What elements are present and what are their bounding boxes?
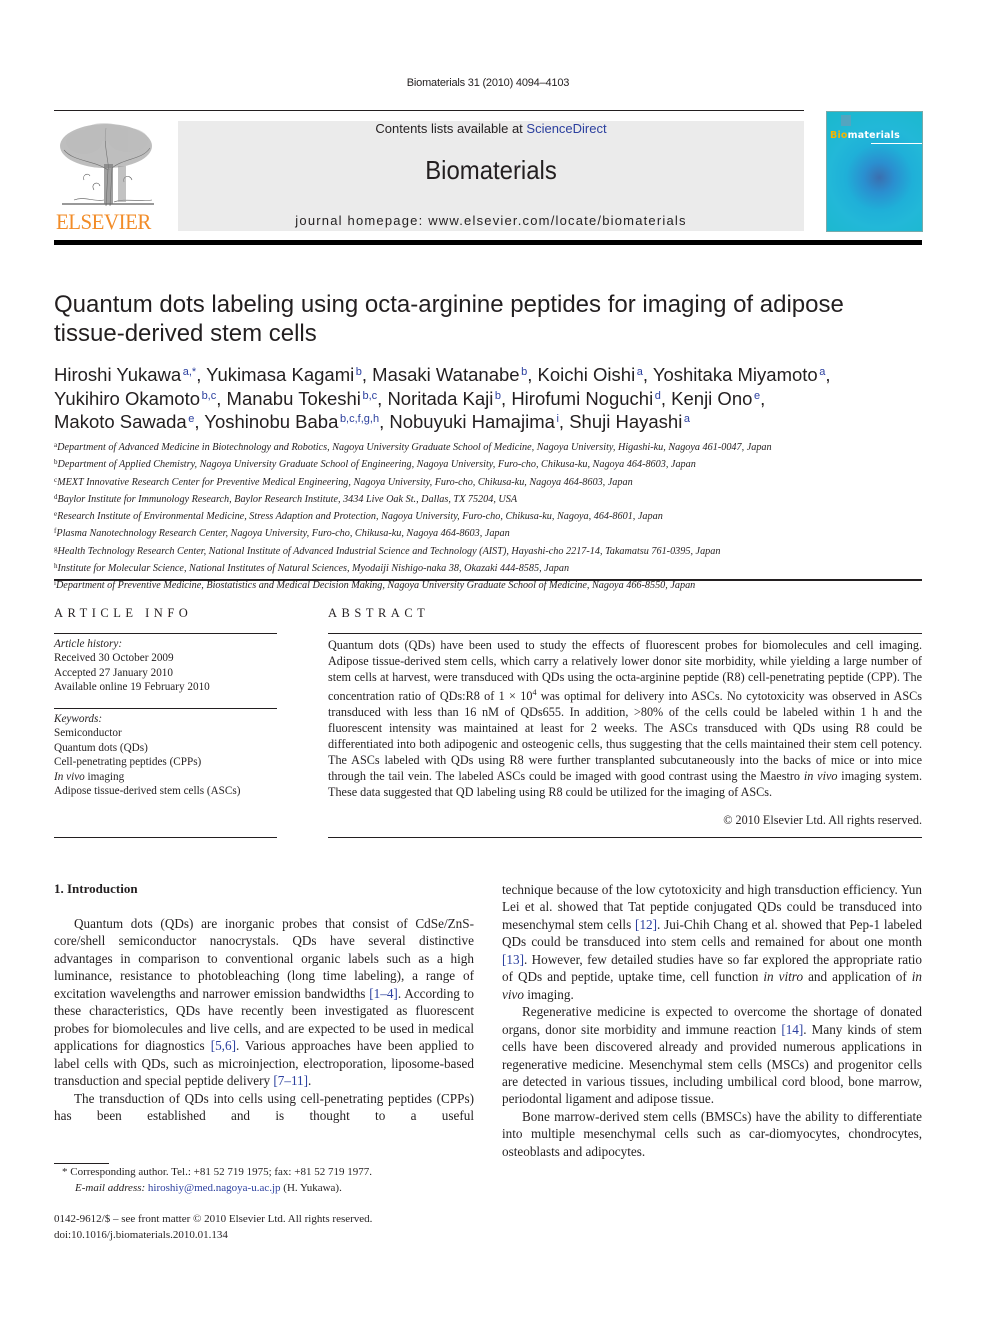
citation-link[interactable]: [7–11]	[273, 1073, 308, 1088]
body-column-left: Quantum dots (QDs) are inorganic probes …	[54, 915, 474, 1124]
affiliation: eResearch Institute of Environmental Med…	[54, 510, 663, 523]
affiliation: aDepartment of Advanced Medicine in Biot…	[54, 441, 772, 453]
journal-homepage[interactable]: journal homepage: www.elsevier.com/locat…	[178, 213, 804, 228]
author[interactable]: Yukimasa Kagami b	[206, 364, 362, 385]
author[interactable]: Koichi Oishi a	[538, 364, 643, 385]
keywords: Keywords: Semiconductor Quantum dots (QD…	[54, 712, 277, 798]
corresponding-author-contact: * Corresponding author. Tel.: +81 52 719…	[62, 1166, 372, 1178]
paragraph: technique because of the low cytotoxicit…	[502, 882, 923, 1002]
footnote-rule	[54, 1163, 109, 1164]
history-rule	[54, 708, 277, 709]
author[interactable]: Masaki Watanabe b	[372, 364, 527, 385]
article-history: Article history: Received 30 October 200…	[54, 637, 277, 695]
author[interactable]: Noritada Kaji b	[387, 388, 501, 409]
affiliation: gHealth Technology Research Center, Nati…	[54, 544, 721, 557]
elsevier-wordmark: ELSEVIER	[55, 209, 151, 234]
keyword: In vivo imaging	[54, 770, 125, 783]
author[interactable]: Hiroshi Yukawa a,*	[54, 364, 196, 385]
journal-reference: Biomaterials 31 (2010) 4094–4103	[406, 77, 570, 89]
header-rule	[54, 110, 804, 111]
cover-title-bio: Bio	[830, 130, 848, 141]
email-link[interactable]: hiroshiy@med.nagoya-u.ac.jp	[148, 1182, 281, 1194]
author[interactable]: Yoshinobu Baba b,c,f,g,h	[204, 411, 379, 432]
author-line-1: Hiroshi Yukawa a,*, Yukimasa Kagami b, M…	[54, 364, 831, 385]
abstract-bottom-rule	[328, 837, 922, 838]
author-affiliation-marker[interactable]: a	[684, 413, 690, 425]
email-line: E-mail address: hiroshiy@med.nagoya-u.ac…	[75, 1181, 342, 1194]
author[interactable]: Makoto Sawada e	[54, 411, 194, 432]
author[interactable]: Hirofumi Noguchi d	[511, 388, 661, 409]
keywords-rule	[54, 837, 277, 838]
abstract-top-rule	[328, 633, 922, 634]
article-info-rule	[54, 633, 277, 634]
cover-elsevier-icon	[841, 115, 851, 126]
keyword: Semiconductor	[54, 727, 122, 740]
history-received: Received 30 October 2009	[54, 652, 174, 665]
doi[interactable]: doi:10.1016/j.biomaterials.2010.01.134	[54, 1228, 484, 1244]
author-affiliation-marker[interactable]: b,c	[202, 390, 217, 402]
author[interactable]: Nobuyuki Hamajima i	[389, 411, 559, 432]
article-info-heading: ARTICLE INFO	[54, 606, 193, 620]
keywords-label: Keywords:	[54, 713, 103, 725]
issn-copyright: 0142-9612/$ – see front matter © 2010 El…	[54, 1213, 373, 1225]
author-line-2: Yukihiro Okamoto b,c, Manabu Tokeshi b,c…	[54, 387, 766, 409]
author-affiliation-marker[interactable]: b,c,f,g,h	[340, 413, 379, 425]
author[interactable]: Yukihiro Okamoto b,c	[54, 388, 216, 409]
affiliation: dBaylor Institute for Immunology Researc…	[54, 492, 518, 505]
paper-title: Quantum dots labeling using octa-arginin…	[54, 290, 924, 348]
header-thick-rule	[54, 240, 922, 245]
affiliation-list: aDepartment of Advanced Medicine in Biot…	[54, 438, 934, 594]
author-list: Hiroshi Yukawa a,*, Yukimasa Kagami b, M…	[54, 362, 934, 433]
cover-rule	[871, 143, 922, 144]
affiliation: hInstitute for Molecular Science, Nation…	[54, 562, 570, 575]
history-online: Available online 19 February 2010	[54, 681, 210, 694]
keyword: Cell-penetrating peptides (CPPs)	[54, 756, 202, 769]
abstract-heading: ABSTRACT	[328, 606, 430, 620]
contents-line: Contents lists available at ScienceDirec…	[178, 121, 804, 136]
author-affiliation-marker[interactable]: a,*	[183, 366, 196, 378]
paragraph: Quantum dots (QDs) are inorganic probes …	[54, 916, 474, 1089]
author[interactable]: Manabu Tokeshi b,c	[227, 388, 378, 409]
journal-cover-image: Biomaterials	[826, 111, 923, 232]
history-accepted: Accepted 27 January 2010	[54, 666, 173, 679]
journal-title: Biomaterials	[425, 155, 557, 185]
cover-title: Biomaterials	[830, 130, 900, 141]
body-column-right: technique because of the low cytotoxicit…	[502, 881, 922, 1160]
author[interactable]: Shuji Hayashi a	[569, 411, 690, 432]
author[interactable]: Yoshitaka Miyamoto a	[653, 364, 826, 385]
affiliation: cMEXT Innovative Research Center for Pre…	[54, 475, 633, 488]
citation-link[interactable]: [5,6]	[211, 1038, 236, 1053]
citation-link[interactable]: [12]	[635, 917, 657, 932]
cover-title-rest: materials	[847, 130, 900, 141]
paragraph: Regenerative medicine is expected to ove…	[502, 1004, 922, 1107]
title-line-2: tissue-derived stem cells	[54, 320, 317, 347]
sciencedirect-link[interactable]: ScienceDirect	[526, 121, 606, 136]
affiliation: fPlasma Nanotechnology Research Center, …	[54, 527, 510, 540]
paragraph: Bone marrow-derived stem cells (BMSCs) h…	[502, 1108, 922, 1159]
citation-link[interactable]: [13]	[502, 952, 524, 967]
tree-icon	[60, 123, 154, 207]
section-heading-introduction: 1. Introduction	[54, 881, 138, 896]
history-label: Article history:	[54, 638, 123, 650]
keyword: Adipose tissue-derived stem cells (ASCs)	[54, 785, 241, 798]
abstract-text: Quantum dots (QDs) have been used to stu…	[328, 638, 922, 800]
contents-prefix: Contents lists available at	[375, 121, 527, 136]
paragraph: The transduction of QDs into cells using…	[54, 1090, 474, 1123]
abstract-copyright: © 2010 Elsevier Ltd. All rights reserved…	[723, 813, 922, 827]
affiliations-rule	[54, 579, 922, 581]
author-line-3: Makoto Sawada e, Yoshinobu Baba b,c,f,g,…	[54, 411, 690, 432]
keyword: Quantum dots (QDs)	[54, 741, 148, 754]
author[interactable]: Kenji Ono e	[671, 388, 760, 409]
citation-link[interactable]: [1–4]	[369, 986, 398, 1001]
title-line-1: Quantum dots labeling using octa-arginin…	[54, 291, 844, 318]
corresponding-author-footnote: * Corresponding author. Tel.: +81 52 719…	[62, 1165, 482, 1196]
front-matter: 0142-9612/$ – see front matter © 2010 El…	[54, 1212, 484, 1243]
affiliation: bDepartment of Applied Chemistry, Nagoya…	[54, 458, 696, 471]
citation-link[interactable]: [14]	[781, 1022, 803, 1037]
author-affiliation-marker[interactable]: b,c	[362, 390, 377, 402]
journal-banner: Contents lists available at ScienceDirec…	[178, 121, 804, 231]
